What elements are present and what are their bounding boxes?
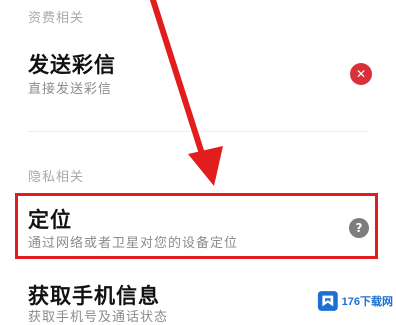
item-subtitle: 直接发送彩信 [28, 82, 113, 97]
divider [28, 131, 368, 132]
highlight-box [15, 193, 378, 259]
section-header-fees: 资费相关 [28, 11, 85, 26]
watermark: 176下载网 [313, 283, 393, 318]
section-header-privacy: 隐私相关 [28, 170, 85, 185]
watermark-text: 176下载网 [341, 295, 393, 308]
item-title: 发送彩信 [28, 53, 116, 77]
close-icon[interactable]: ✕ [350, 63, 372, 85]
item-subtitle: 获取手机号及通话状态 [28, 310, 169, 325]
watermark-logo-icon [317, 290, 338, 311]
